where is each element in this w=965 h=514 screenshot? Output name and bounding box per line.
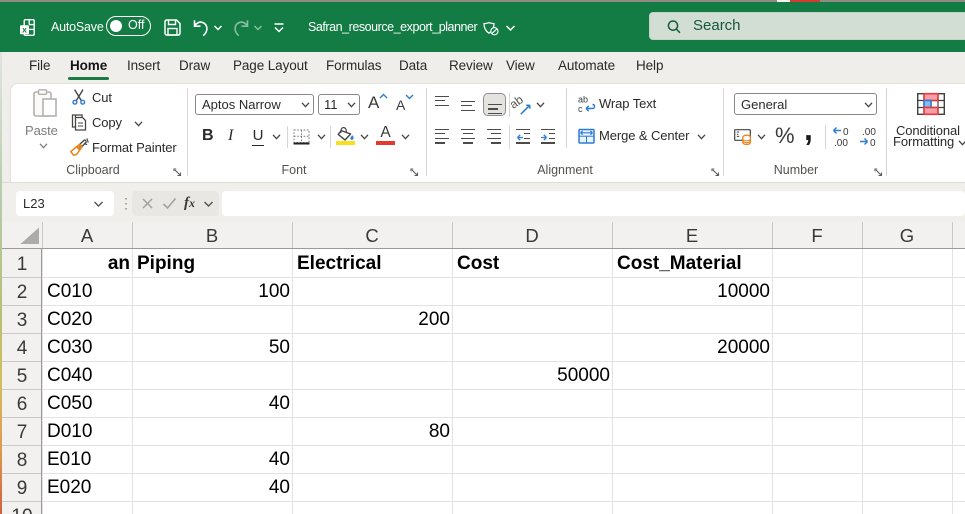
svg-text:.00: .00: [834, 138, 848, 149]
svg-text:x: x: [22, 24, 27, 34]
svg-text:ab: ab: [578, 95, 588, 105]
svg-text:0: 0: [870, 138, 876, 149]
svg-text:0: 0: [843, 127, 849, 138]
svg-text:c: c: [578, 104, 583, 114]
svg-text:.00: .00: [862, 127, 876, 138]
